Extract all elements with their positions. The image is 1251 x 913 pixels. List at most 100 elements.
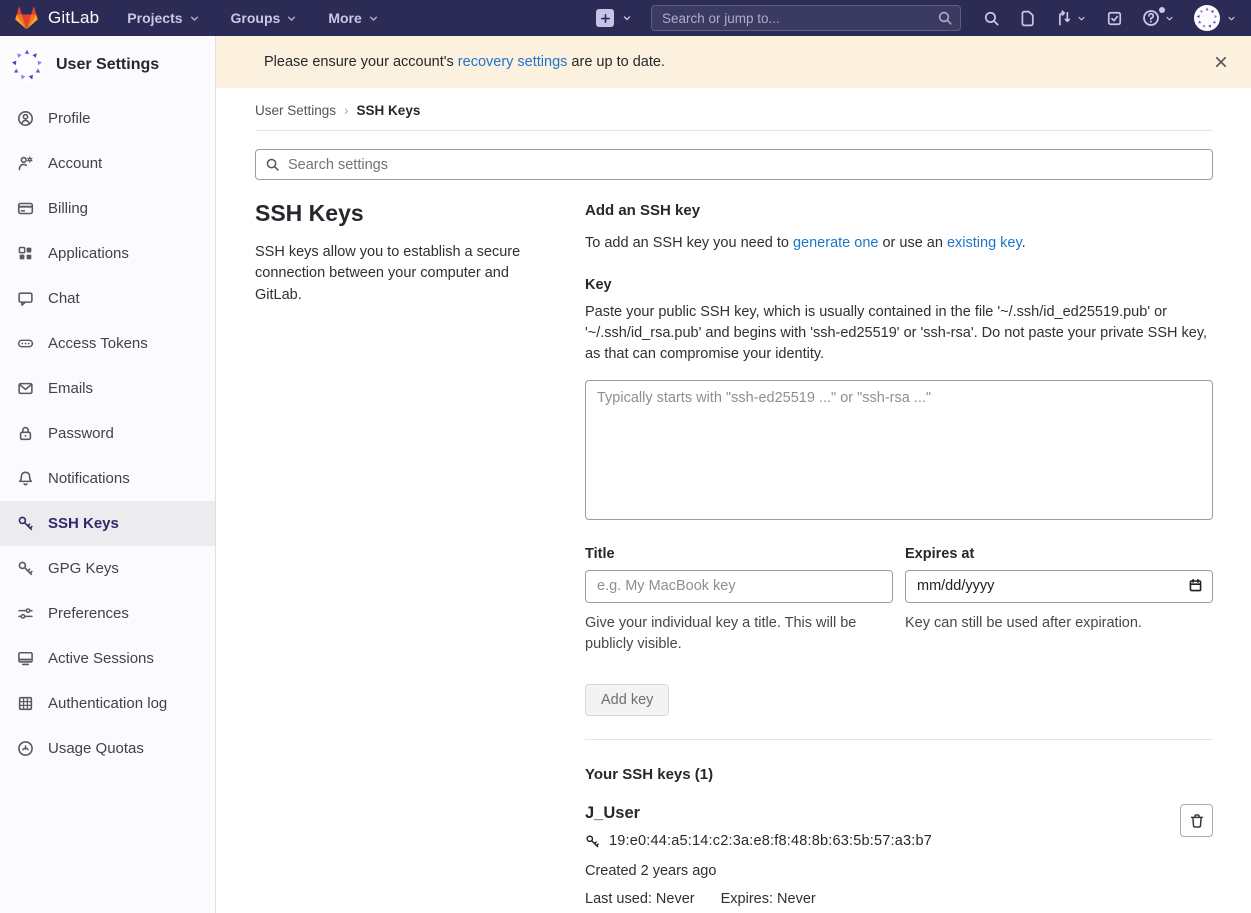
usage-quotas-icon [17,740,34,757]
user-avatar [8,46,46,84]
recovery-alert-banner: Please ensure your account's recovery se… [216,36,1251,88]
trash-icon [1189,813,1205,829]
user-menu-button[interactable] [1194,5,1237,31]
expires-field-group: Expires at Key can still be used after e… [905,546,1213,657]
global-search-input[interactable] [651,5,961,31]
chevron-down-icon [621,12,633,24]
gpg-keys-icon [17,560,34,577]
close-icon [1213,54,1229,70]
banner-close-button[interactable] [1209,50,1233,74]
nav-more[interactable]: More [328,10,379,26]
ssh-key-textarea[interactable] [585,380,1213,520]
global-search [651,5,961,31]
top-navbar: GitLab Projects Groups More [0,0,1251,36]
gitlab-logo[interactable]: GitLab [14,6,99,30]
password-icon [17,425,34,442]
search-icon [265,157,280,172]
expires-at-input[interactable] [905,570,1213,603]
settings-sidebar: User Settings Profile Account Billing Ap… [0,36,216,913]
billing-icon [17,200,34,217]
issues-button[interactable] [1019,10,1036,27]
expires-field-help: Key can still be used after expiration. [905,613,1213,635]
sidebar-item-access-tokens[interactable]: Access Tokens [0,321,215,366]
breadcrumb-separator: › [344,103,349,118]
breadcrumb-user-settings[interactable]: User Settings [255,103,336,118]
your-ssh-keys-heading: Your SSH keys (1) [585,766,1213,783]
sidebar-item-profile[interactable]: Profile [0,96,215,141]
delete-key-button[interactable] [1180,804,1213,837]
key-field-label: Key [585,277,1213,293]
sidebar-item-gpg-keys[interactable]: GPG Keys [0,546,215,591]
search-icon [937,10,953,26]
emails-icon [17,380,34,397]
search-button[interactable] [983,10,1000,27]
account-icon [17,155,34,172]
sidebar-item-notifications[interactable]: Notifications [0,456,215,501]
nav-groups[interactable]: Groups [231,10,299,26]
settings-search-input[interactable] [255,149,1213,180]
applications-icon [17,245,34,262]
brand-name: GitLab [48,8,99,28]
existing-key-link[interactable]: existing key [947,235,1022,251]
notifications-icon [17,470,34,487]
help-icon [1142,9,1160,27]
ssh-key-form-column: Add an SSH key To add an SSH key you nee… [585,200,1213,907]
new-menu-button[interactable] [596,9,633,27]
chevron-down-icon [1226,13,1237,24]
active-sessions-icon [17,650,34,667]
todos-button[interactable] [1106,10,1123,27]
sidebar-header: User Settings [0,36,215,94]
notification-dot [1159,7,1165,13]
merge-requests-button[interactable] [1055,10,1087,27]
recovery-settings-link[interactable]: recovery settings [458,54,568,70]
key-expires: Expires: Never [721,891,816,907]
title-input[interactable] [585,570,893,603]
key-title: J_User [585,804,1153,823]
access-tokens-icon [17,335,34,352]
page-description: SSH keys allow you to establish a secure… [255,242,551,306]
sidebar-item-active-sessions[interactable]: Active Sessions [0,636,215,681]
sidebar-item-preferences[interactable]: Preferences [0,591,215,636]
chevron-down-icon [1076,13,1087,24]
key-created-text: Created 2 years ago [585,863,1153,879]
sidebar-item-authentication-log[interactable]: Authentication log [0,681,215,726]
ssh-keys-icon [17,515,34,532]
sidebar-item-account[interactable]: Account [0,141,215,186]
sidebar-nav: Profile Account Billing Applications Cha… [0,96,215,771]
sidebar-title: User Settings [56,56,159,74]
nav-projects[interactable]: Projects [127,10,200,26]
sidebar-item-ssh-keys[interactable]: SSH Keys [0,501,215,546]
sidebar-item-password[interactable]: Password [0,411,215,456]
banner-text: Please ensure your account's recovery se… [264,54,665,70]
section-intro: SSH Keys SSH keys allow you to establish… [255,200,585,907]
generate-one-link[interactable]: generate one [793,235,878,251]
breadcrumb: User Settings › SSH Keys [255,88,1213,131]
key-fingerprint: 19:e0:44:a5:14:c2:3a:e8:f8:48:8b:63:5b:5… [609,833,932,849]
page-title: SSH Keys [255,200,551,227]
authentication-log-icon [17,695,34,712]
sidebar-item-emails[interactable]: Emails [0,366,215,411]
add-key-button[interactable]: Add key [585,684,669,716]
sidebar-item-chat[interactable]: Chat [0,276,215,321]
navbar-icons [983,5,1237,31]
key-meta-row: Last used: Never Expires: Never [585,891,1153,907]
chat-icon [17,290,34,307]
calendar-icon[interactable] [1188,578,1203,593]
profile-icon [17,110,34,127]
add-ssh-key-heading: Add an SSH key [585,202,1213,219]
user-avatar [1194,5,1220,31]
settings-search [255,149,1213,180]
sidebar-item-usage-quotas[interactable]: Usage Quotas [0,726,215,771]
merge-request-icon [1055,10,1072,27]
chevron-down-icon [188,12,201,25]
ssh-key-list-item: J_User 19:e0:44:a5:14:c2:3a:e8:f8:48:8b:… [585,804,1213,907]
key-last-used: Last used: Never [585,891,695,907]
key-field-help: Paste your public SSH key, which is usua… [585,302,1213,366]
help-menu-button[interactable] [1142,9,1175,27]
sidebar-item-billing[interactable]: Billing [0,186,215,231]
expires-field-label: Expires at [905,546,1213,562]
chevron-down-icon [1164,13,1175,24]
breadcrumb-current: SSH Keys [357,103,421,118]
sidebar-item-applications[interactable]: Applications [0,231,215,276]
main-content: Please ensure your account's recovery se… [216,36,1251,913]
